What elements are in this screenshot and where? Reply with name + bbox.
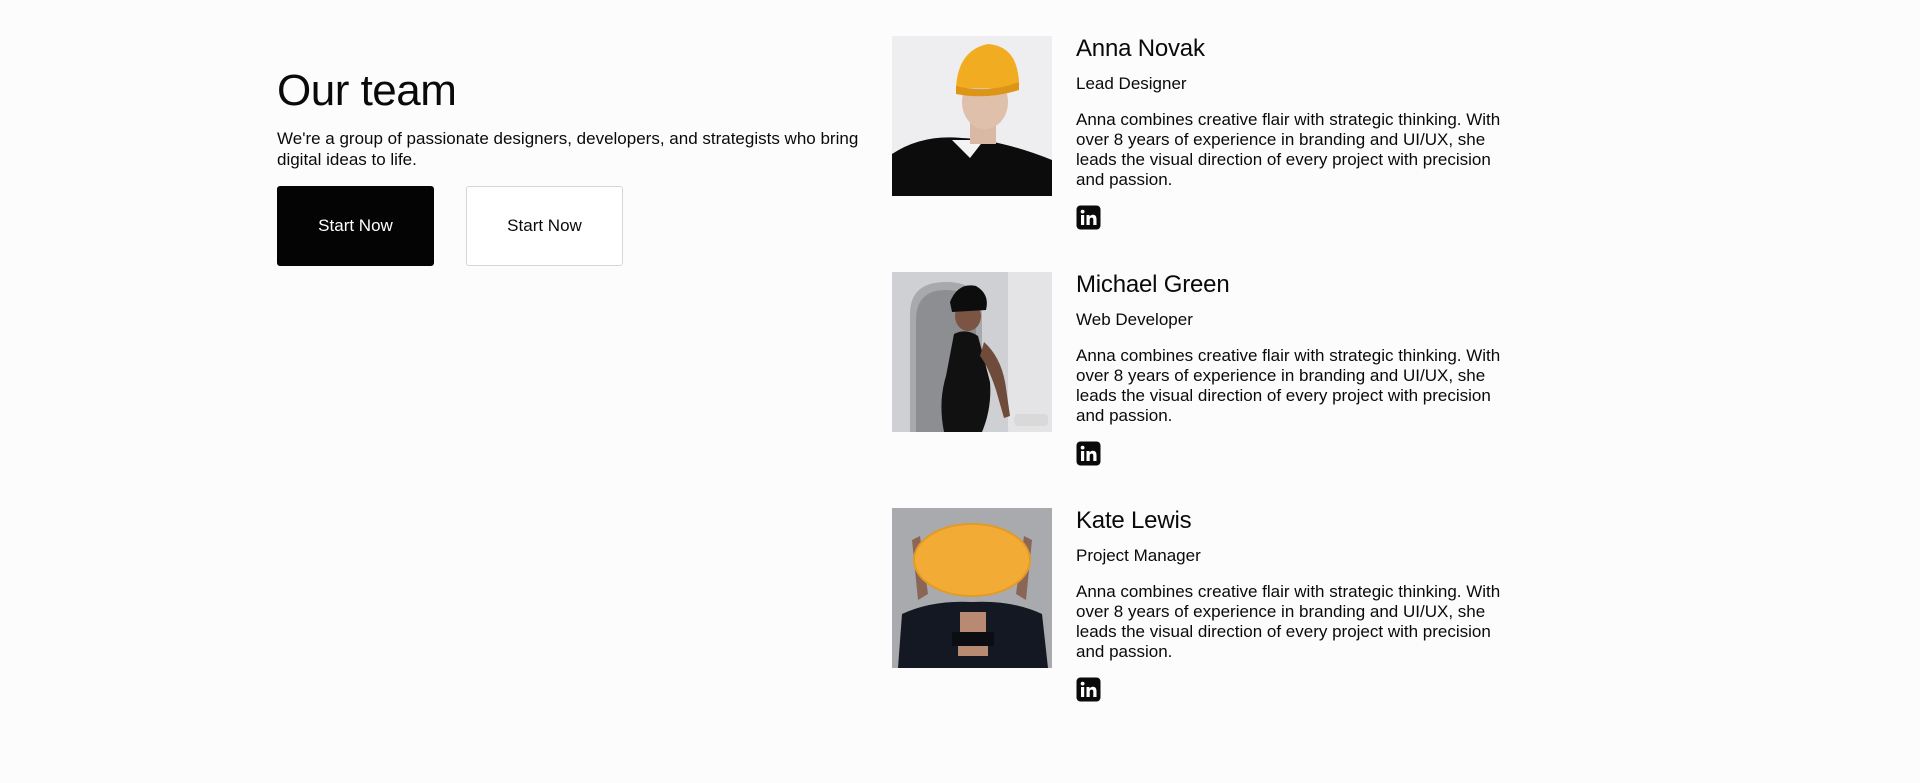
linkedin-icon[interactable]: [1076, 205, 1101, 230]
member-info: Michael Green Web Developer Anna combine…: [1076, 272, 1516, 471]
member-name: Michael Green: [1076, 271, 1230, 298]
member-name: Kate Lewis: [1076, 507, 1192, 534]
cta-buttons: Start Now Start Now: [277, 186, 877, 266]
member-photo: [892, 36, 1052, 196]
member-role: Lead Designer: [1076, 74, 1187, 93]
member-info: Anna Novak Lead Designer Anna combines c…: [1076, 36, 1516, 235]
team-intro: Our team We're a group of passionate des…: [277, 60, 877, 266]
team-page: Our team We're a group of passionate des…: [0, 0, 1920, 783]
team-member-card: Michael Green Web Developer Anna combine…: [892, 272, 1512, 508]
start-now-primary-button[interactable]: Start Now: [277, 186, 434, 266]
team-list: Anna Novak Lead Designer Anna combines c…: [892, 36, 1512, 744]
start-now-secondary-button[interactable]: Start Now: [466, 186, 623, 266]
member-photo: [892, 508, 1052, 668]
member-bio: Anna combines creative flair with strate…: [1076, 110, 1501, 189]
linkedin-icon[interactable]: [1076, 441, 1101, 466]
member-bio: Anna combines creative flair with strate…: [1076, 346, 1501, 425]
member-role: Project Manager: [1076, 546, 1201, 565]
intro-description: We're a group of passionate designers, d…: [277, 129, 859, 169]
team-member-card: Anna Novak Lead Designer Anna combines c…: [892, 36, 1512, 272]
member-name: Anna Novak: [1076, 35, 1205, 62]
member-role: Web Developer: [1076, 310, 1193, 329]
page-title: Our team: [277, 66, 457, 115]
linkedin-icon[interactable]: [1076, 677, 1101, 702]
member-bio: Anna combines creative flair with strate…: [1076, 582, 1501, 661]
team-member-card: Kate Lewis Project Manager Anna combines…: [892, 508, 1512, 744]
member-photo: [892, 272, 1052, 432]
member-info: Kate Lewis Project Manager Anna combines…: [1076, 508, 1516, 707]
